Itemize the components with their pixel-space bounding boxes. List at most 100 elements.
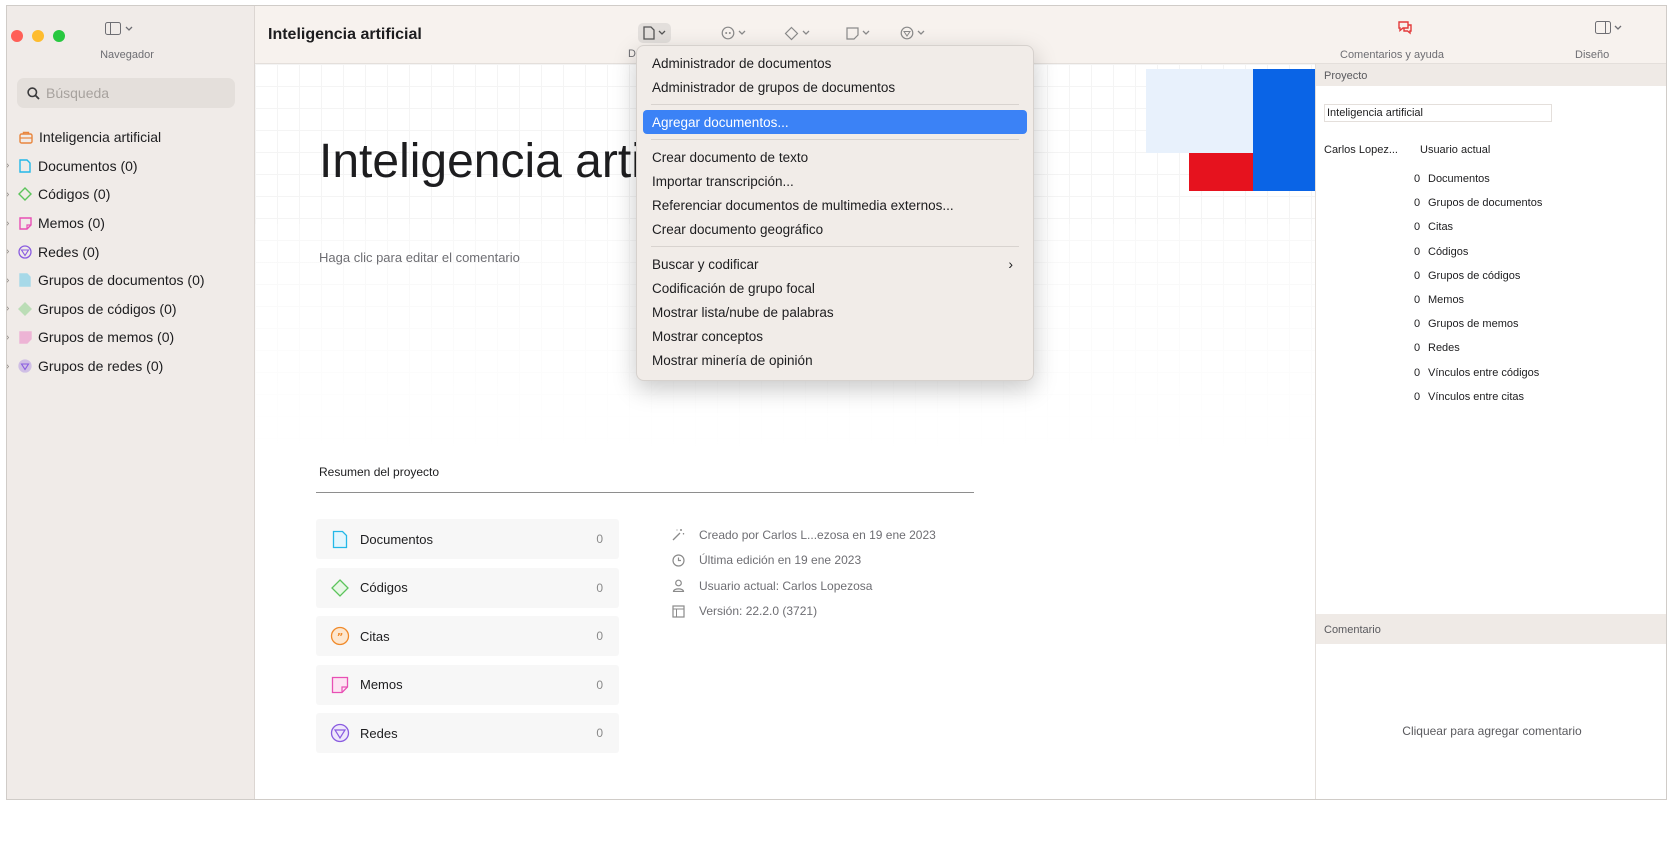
tree-item-code-groups[interactable]: › Grupos de códigos (0) (7, 295, 255, 324)
close-window-button[interactable] (11, 30, 23, 42)
network-icon (330, 723, 350, 743)
menu-item-opinion-mining[interactable]: Mostrar minería de opinión (643, 348, 1027, 372)
feedback-help-button[interactable] (1385, 20, 1425, 40)
networks-menu-button[interactable] (900, 23, 925, 43)
menu-item-reference-external-media[interactable]: Referenciar documentos de multimedia ext… (643, 193, 1027, 217)
memo-icon (846, 26, 859, 40)
tree-item-label: Códigos (0) (38, 186, 111, 203)
inspector-stat: 0 Documentos (1414, 173, 1490, 185)
network-group-icon (18, 359, 32, 373)
menu-item-label: Buscar y codificar (652, 256, 759, 272)
project-stats-list: 0 Documentos 0 Grupos de documentos 0 Citas… (1414, 173, 1542, 415)
navigator-label: Navegador (100, 49, 154, 61)
network-icon (900, 26, 914, 40)
edit-comment-hint[interactable]: Haga clic para editar el comentario (319, 250, 520, 265)
chevron-down-icon (802, 30, 810, 35)
chevron-down-icon (1614, 25, 1622, 30)
disclosure-chevron-icon[interactable]: › (7, 218, 14, 229)
menu-item-add-documents[interactable]: Agregar documentos... (643, 110, 1027, 134)
sidebar-icon (105, 22, 121, 35)
design-toggle-button[interactable] (1595, 21, 1622, 34)
current-user-name: Carlos Lopez... (1324, 144, 1398, 156)
add-comment-hint[interactable]: Cliquear para agregar comentario (1316, 724, 1666, 738)
stat-value: 0 (596, 726, 603, 740)
tree-item-project[interactable]: Inteligencia artificial (7, 123, 255, 152)
tree-item-network-groups[interactable]: › Grupos de redes (0) (7, 352, 255, 381)
search-box[interactable] (17, 78, 235, 108)
menu-item-document-manager[interactable]: Administrador de documentos (643, 51, 1027, 75)
stat-value: 0 (596, 677, 603, 692)
stat-memos[interactable]: Memos 0 (316, 664, 619, 705)
tree-item-documents[interactable]: › Documentos (0) (7, 152, 255, 181)
stat-quotes[interactable]: ” Citas 0 (316, 616, 619, 656)
inspector-stat: 0 Vínculos entre citas (1414, 390, 1524, 403)
meta-last-edit: Última edición en 19 ene 2023 (671, 548, 936, 574)
disclosure-chevron-icon[interactable]: › (7, 361, 14, 372)
tree-item-networks[interactable]: › Redes (0) (7, 237, 255, 266)
menu-item-show-concepts[interactable]: Mostrar conceptos (643, 324, 1027, 348)
tree-item-memo-groups[interactable]: › Grupos de memos (0) (7, 323, 255, 352)
stat-value: 0 (596, 532, 603, 546)
tree-item-label: Grupos de códigos (0) (38, 300, 177, 317)
menu-item-search-and-code[interactable]: Buscar y codificar › (643, 252, 1027, 276)
chat-bubbles-icon (1398, 21, 1412, 35)
stat-networks[interactable]: Redes 0 (316, 713, 619, 753)
disclosure-chevron-icon[interactable]: › (7, 246, 14, 257)
tree-item-label: Inteligencia artificial (39, 129, 162, 146)
document-icon (643, 26, 655, 40)
disclosure-chevron-icon[interactable]: › (7, 332, 14, 343)
stat-documents[interactable]: Documentos 0 (316, 519, 619, 559)
disclosure-chevron-icon[interactable]: › (7, 275, 14, 286)
code-icon (784, 26, 799, 40)
tree-item-label: Grupos de memos (0) (38, 329, 175, 346)
document-group-icon (18, 273, 32, 287)
magic-wand-icon (671, 528, 685, 542)
inspector-stat: 0 Grupos de memos (1414, 318, 1519, 331)
meta-version: Versión: 22.2.0 (3721) (671, 599, 936, 625)
clock-icon (671, 554, 685, 567)
documents-menu-button[interactable] (638, 23, 671, 43)
tree-item-memos[interactable]: › Memos (0) (7, 209, 255, 238)
codes-menu-button[interactable] (784, 23, 810, 43)
stat-label: Documentos (360, 531, 433, 547)
menu-item-import-transcript[interactable]: Importar transcripción... (643, 169, 1027, 193)
stat-codes[interactable]: Códigos 0 (316, 567, 619, 608)
inspector-stat: 0 Grupos de códigos (1414, 269, 1521, 282)
feedback-help-label: Comentarios y ayuda (1340, 49, 1444, 61)
menu-item-create-geo-document[interactable]: Crear documento geográfico (643, 217, 1027, 241)
project-metadata: Creado por Carlos L...ezosa en 19 ene 20… (671, 522, 936, 624)
tree-item-document-groups[interactable]: › Grupos de documentos (0) (7, 266, 255, 295)
divider (316, 492, 974, 493)
navigator-toggle-button[interactable] (105, 22, 133, 35)
stat-list: Documentos 0 Códigos 0 ” Citas 0 Memos 0… (316, 519, 619, 762)
zoom-window-button[interactable] (53, 30, 65, 42)
current-user-tag: Usuario actual (1420, 144, 1491, 156)
search-input[interactable] (46, 85, 226, 101)
menu-item-document-group-manager[interactable]: Administrador de grupos de documentos (643, 75, 1027, 99)
project-name-field[interactable]: Inteligencia artificial (1324, 104, 1552, 122)
navigator-sidebar: Navegador Inteligencia artificial › Docu… (7, 6, 255, 799)
menu-item-focus-group-coding[interactable]: Codificación de grupo focal (643, 276, 1027, 300)
disclosure-chevron-icon[interactable]: › (7, 189, 14, 200)
user-icon (671, 579, 685, 593)
inspector-panel: Proyecto Inteligencia artificial Carlos … (1315, 64, 1666, 799)
meta-text: Creado por Carlos L...ezosa en 19 ene 20… (699, 527, 936, 542)
project-title-large[interactable]: Inteligencia artificial (319, 134, 639, 189)
memos-menu-button[interactable] (846, 23, 870, 43)
blue-block (1253, 69, 1319, 191)
disclosure-chevron-icon[interactable]: › (7, 303, 14, 314)
stat-label: Memos (360, 677, 403, 692)
submenu-chevron-icon: › (1008, 256, 1013, 272)
disclosure-chevron-icon[interactable]: › (7, 160, 14, 171)
chevron-down-icon (738, 30, 746, 35)
menu-item-word-cloud[interactable]: Mostrar lista/nube de palabras (643, 300, 1027, 324)
inspector-stat: 0 Redes (1414, 342, 1460, 355)
menu-item-create-text-document[interactable]: Crear documento de texto (643, 145, 1027, 169)
minimize-window-button[interactable] (32, 30, 44, 42)
quote-icon: ” (330, 626, 350, 646)
project-icon (19, 130, 33, 144)
inspector-stat: 0 Citas (1414, 221, 1454, 234)
quotes-menu-button[interactable] (721, 23, 746, 43)
tree-item-codes[interactable]: › Códigos (0) (7, 180, 255, 209)
inspector-stat: 0 Códigos (1414, 245, 1469, 258)
